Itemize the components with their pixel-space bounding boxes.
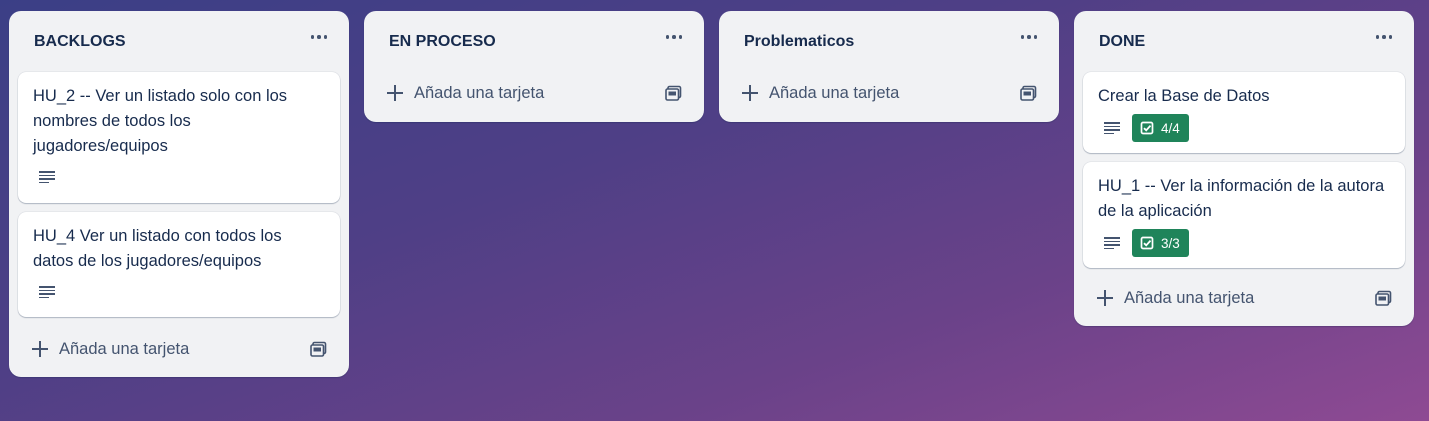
checklist-count: 4/4 [1161,120,1180,136]
checkbox-icon [1140,236,1154,250]
list-header[interactable]: EN PROCESO [364,11,704,73]
add-card-label: Añada una tarjeta [414,83,545,102]
add-card-label: Añada una tarjeta [769,83,900,102]
more-horizontal-icon[interactable] [1372,27,1396,47]
add-card-label: Añada una tarjeta [1124,288,1255,307]
list-title[interactable]: EN PROCESO [389,33,496,51]
board: BACKLOGS HU_2 -- Ver un listado solo con… [0,0,1429,421]
card[interactable]: Crear la Base de Datos 4/4 [1083,72,1405,153]
description-lines-icon [1104,122,1120,135]
plus-icon [741,84,759,102]
add-card-button[interactable]: Añada una tarjeta [377,75,691,111]
checklist-count: 3/3 [1161,235,1180,251]
card[interactable]: HU_2 -- Ver un listado solo con los nomb… [18,72,340,203]
card-badges [33,286,55,299]
card-badges: 4/4 [1098,114,1189,142]
card-template-icon[interactable] [310,340,328,358]
card-template-icon[interactable] [665,84,683,102]
list-en-proceso: EN PROCESO Añada una tarjeta [364,11,704,122]
more-horizontal-icon[interactable] [1017,27,1041,47]
list-done: DONE Crear la Base de Datos 4/4 HU_1 -- … [1074,11,1414,326]
list-title[interactable]: DONE [1099,33,1145,51]
plus-icon [31,340,49,358]
card[interactable]: HU_1 -- Ver la información de la autora … [1083,162,1405,268]
list-title[interactable]: Problematicos [744,33,854,51]
add-card-button[interactable]: Añada una tarjeta [22,331,336,367]
card-title: HU_1 -- Ver la información de la autora … [1098,177,1385,220]
plus-icon [386,84,404,102]
description-lines-icon [39,286,55,299]
add-card-button[interactable]: Añada una tarjeta [1087,280,1401,316]
card-badges: 3/3 [1098,229,1189,257]
card-title: HU_2 -- Ver un listado solo con los nomb… [33,87,288,155]
list-backlogs: BACKLOGS HU_2 -- Ver un listado solo con… [9,11,349,377]
plus-icon [1096,289,1114,307]
add-card-button[interactable]: Añada una tarjeta [732,75,1046,111]
checklist-badge: 4/4 [1132,114,1189,142]
description-lines-icon [1104,237,1120,250]
checklist-badge: 3/3 [1132,229,1189,257]
card-title: HU_4 Ver un listado con todos los datos … [33,227,282,270]
description-lines-icon [39,171,55,184]
card-badges [33,171,55,184]
add-card-label: Añada una tarjeta [59,339,190,358]
checkbox-icon [1140,121,1154,135]
card-title: Crear la Base de Datos [1098,87,1270,105]
card-template-icon[interactable] [1020,84,1038,102]
list-problematicos: Problematicos Añada una tarjeta [719,11,1059,122]
list-title[interactable]: BACKLOGS [34,33,126,51]
list-header[interactable]: DONE [1074,11,1414,73]
list-header[interactable]: Problematicos [719,11,1059,73]
card-template-icon[interactable] [1375,289,1393,307]
more-horizontal-icon[interactable] [662,27,686,47]
more-horizontal-icon[interactable] [307,27,331,47]
card[interactable]: HU_4 Ver un listado con todos los datos … [18,212,340,317]
list-header[interactable]: BACKLOGS [9,11,349,73]
